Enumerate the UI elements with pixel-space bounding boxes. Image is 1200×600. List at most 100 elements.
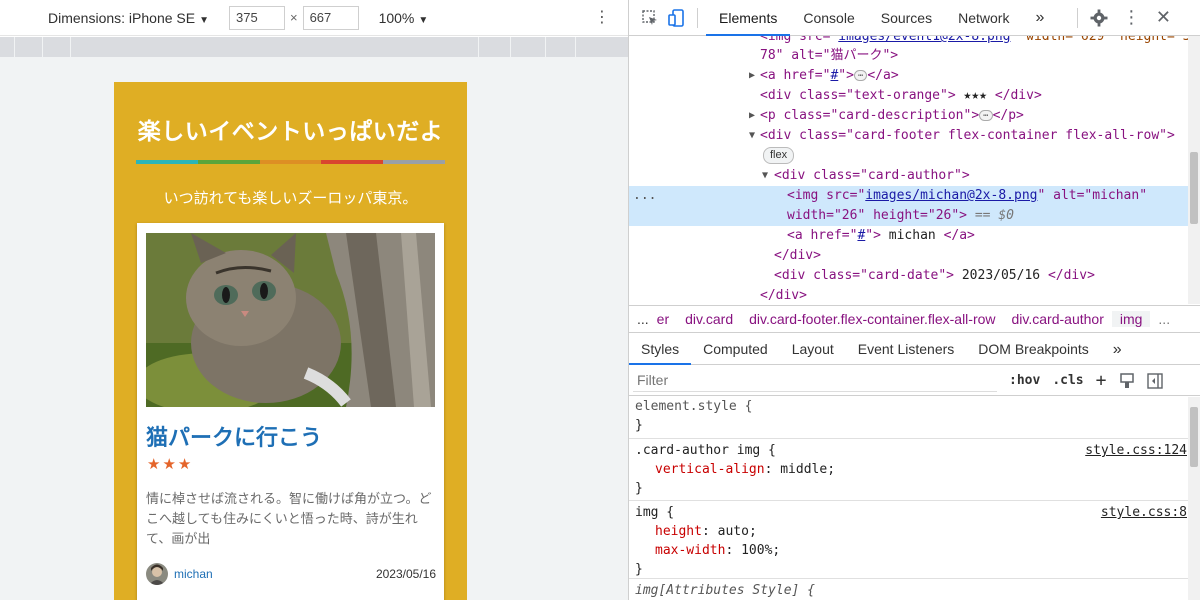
breadcrumb-item[interactable]: div.card bbox=[677, 311, 741, 327]
image-src-link[interactable]: images/michan@2x-8.png bbox=[865, 188, 1037, 203]
tab-layout[interactable]: Layout bbox=[780, 334, 846, 365]
new-rule-plus-icon[interactable]: + bbox=[1096, 370, 1107, 391]
tree-node-text: <img src=" bbox=[760, 36, 839, 44]
toggle-sidebar-icon[interactable] bbox=[1146, 372, 1164, 390]
css-source-link[interactable]: style.css:124 bbox=[1085, 441, 1187, 460]
breadcrumb-item-selected[interactable]: img bbox=[1111, 311, 1151, 327]
device-toggle-icon[interactable] bbox=[667, 8, 685, 27]
tree-node-text: " width="629" height="3 bbox=[1010, 36, 1189, 44]
css-property[interactable]: vertical-align bbox=[655, 462, 765, 477]
css-value[interactable]: middle bbox=[780, 462, 827, 477]
flex-badge[interactable]: flex bbox=[763, 147, 795, 164]
tree-node-event-img-cont[interactable]: 78" alt="猫パーク"> bbox=[629, 46, 1189, 66]
card-image bbox=[146, 233, 435, 407]
tree-node-card-date[interactable]: <div class="card-date"> 2023/05/16 </div… bbox=[629, 266, 1189, 286]
tab-elements[interactable]: Elements bbox=[706, 0, 791, 36]
tree-node-close-div[interactable]: </div> bbox=[629, 286, 1189, 304]
breadcrumb-item[interactable]: div.card-author bbox=[1004, 311, 1112, 327]
tree-node-text: </div> bbox=[994, 88, 1042, 103]
media-query-ruler[interactable] bbox=[0, 37, 628, 57]
tab-computed[interactable]: Computed bbox=[691, 334, 780, 365]
collapse-triangle-icon[interactable]: ▼ bbox=[749, 126, 755, 146]
node-actions-dots-icon[interactable]: ... bbox=[633, 186, 656, 206]
tab-event-listeners[interactable]: Event Listeners bbox=[846, 334, 967, 365]
expand-triangle-icon[interactable]: ▶ bbox=[749, 106, 755, 126]
class-toggle[interactable]: .cls bbox=[1052, 373, 1083, 388]
tree-node-text: 2023/05/16 bbox=[954, 268, 1048, 283]
tree-node-card-description[interactable]: ▶ <p class="card-description"> ⋯ </p> bbox=[629, 106, 1189, 126]
tree-node-close-div[interactable]: </div> bbox=[629, 246, 1189, 266]
zoom-select[interactable]: 100% ▼ bbox=[379, 10, 429, 26]
tree-node-text: </div> bbox=[774, 248, 821, 263]
tree-node-text: <a href=" bbox=[760, 68, 831, 83]
tree-node-author-img-selected-cont[interactable]: width="26" height="26"> == $0 bbox=[629, 206, 1189, 226]
breadcrumb-item[interactable]: er bbox=[657, 311, 677, 327]
css-brace: } bbox=[635, 481, 643, 496]
card-title[interactable]: 猫パークに行こう bbox=[146, 420, 322, 452]
author-avatar bbox=[146, 563, 168, 585]
author-link[interactable]: michan bbox=[174, 567, 213, 581]
tab-console[interactable]: Console bbox=[790, 0, 867, 36]
more-options-icon[interactable]: ⋮ bbox=[594, 9, 610, 26]
tree-node-text: " alt="michan" bbox=[1037, 188, 1148, 203]
event-card: 猫パークに行こう ★★★ 情に棹させば流される。智に働けば角が立つ。どこへ越して… bbox=[137, 223, 444, 600]
image-src-link[interactable]: images/event1@2x-8.png bbox=[838, 36, 1010, 44]
tree-node-card-author[interactable]: ▼ <div class="card-author"> bbox=[629, 166, 1189, 186]
css-property[interactable]: height bbox=[655, 524, 702, 539]
tab-network[interactable]: Network bbox=[945, 0, 1022, 36]
css-value[interactable]: auto bbox=[718, 524, 749, 539]
color-bar-segment bbox=[136, 160, 198, 164]
breadcrumb: ... er div.card div.card-footer.flex-con… bbox=[629, 305, 1200, 333]
css-source-link[interactable]: style.css:8 bbox=[1101, 503, 1187, 522]
tree-node-text: </a> bbox=[867, 68, 899, 83]
ellipsis-chip-icon[interactable]: ⋯ bbox=[979, 110, 993, 121]
width-input[interactable] bbox=[228, 5, 285, 30]
hover-state-toggle[interactable]: :hov bbox=[1009, 373, 1040, 388]
caret-down-icon: ▼ bbox=[199, 14, 209, 26]
css-rule-element-style[interactable]: element.style { } bbox=[629, 397, 1189, 439]
breadcrumb-overflow-icon[interactable]: ... bbox=[1150, 311, 1178, 327]
tab-sources[interactable]: Sources bbox=[868, 0, 945, 36]
color-bar-segment bbox=[197, 160, 260, 164]
settings-gear-icon[interactable] bbox=[1090, 9, 1108, 27]
tree-node-text-orange[interactable]: <div class="text-orange"> ★★★ </div> bbox=[629, 86, 1189, 106]
css-value[interactable]: 100% bbox=[741, 543, 772, 558]
tree-node-author-link[interactable]: <a href="#"> michan </a> bbox=[629, 226, 1189, 246]
css-rule-attributes-style[interactable]: img[Attributes Style] { bbox=[629, 581, 1189, 600]
more-options-icon[interactable]: ⋮ bbox=[1122, 7, 1140, 27]
inspect-element-icon[interactable] bbox=[641, 9, 659, 27]
css-rule-card-author-img[interactable]: .card-author img { style.css:124 vertica… bbox=[629, 441, 1189, 501]
breadcrumb-overflow-icon[interactable]: ... bbox=[629, 311, 657, 327]
more-tabs-icon[interactable]: » bbox=[1022, 0, 1057, 36]
tree-node-text: "> bbox=[838, 68, 854, 83]
tab-dom-breakpoints[interactable]: DOM Breakpoints bbox=[966, 334, 1100, 365]
dom-tree-scrollbar[interactable] bbox=[1188, 36, 1200, 304]
tab-styles[interactable]: Styles bbox=[629, 334, 692, 365]
css-property[interactable]: max-width bbox=[655, 543, 725, 558]
dimensions-select[interactable]: Dimensions: iPhone SE ▼ bbox=[48, 10, 209, 26]
collapse-triangle-icon[interactable]: ▼ bbox=[762, 166, 768, 186]
styles-filter-input[interactable] bbox=[633, 369, 997, 392]
height-input[interactable] bbox=[302, 5, 359, 30]
breadcrumb-item[interactable]: div.card-footer.flex-container.flex-all-… bbox=[741, 311, 1003, 327]
expand-triangle-icon[interactable]: ▶ bbox=[749, 66, 755, 86]
close-icon[interactable]: ✕ bbox=[1154, 7, 1172, 27]
scrollbar-thumb[interactable] bbox=[1190, 407, 1198, 467]
tree-node-text: "> bbox=[865, 228, 881, 243]
styles-scrollbar[interactable] bbox=[1188, 397, 1200, 600]
scrollbar-thumb[interactable] bbox=[1190, 152, 1198, 224]
times-symbol: × bbox=[289, 10, 298, 25]
dimensions-label: Dimensions: iPhone SE bbox=[48, 9, 196, 26]
tree-node-anchor[interactable]: ▶ <a href="#"> ⋯ </a> bbox=[629, 66, 1189, 86]
computed-styles-icon[interactable] bbox=[1118, 372, 1136, 390]
tree-node-card-footer[interactable]: ▼ <div class="card-footer flex-container … bbox=[629, 126, 1189, 146]
dom-tree: <img src="images/event1@2x-8.png" width=… bbox=[629, 36, 1189, 304]
more-tabs-icon[interactable]: » bbox=[1101, 334, 1134, 365]
css-rule-img[interactable]: img { style.css:8 height: auto; max-widt… bbox=[629, 503, 1189, 579]
styles-filter-bar: :hov .cls + bbox=[629, 366, 1200, 396]
device-emulator-panel: Dimensions: iPhone SE▼ × 100%▼ ⋮ 楽しいイベント… bbox=[0, 0, 628, 600]
devtools-panel: Elements Console Sources Network » ⋮ ✕ <… bbox=[628, 0, 1200, 600]
tree-node-text: <img src=" bbox=[787, 188, 866, 203]
tree-node-author-img-selected[interactable]: ... <img src="images/michan@2x-8.png" alt… bbox=[629, 186, 1189, 206]
ellipsis-chip-icon[interactable]: ⋯ bbox=[853, 70, 868, 81]
